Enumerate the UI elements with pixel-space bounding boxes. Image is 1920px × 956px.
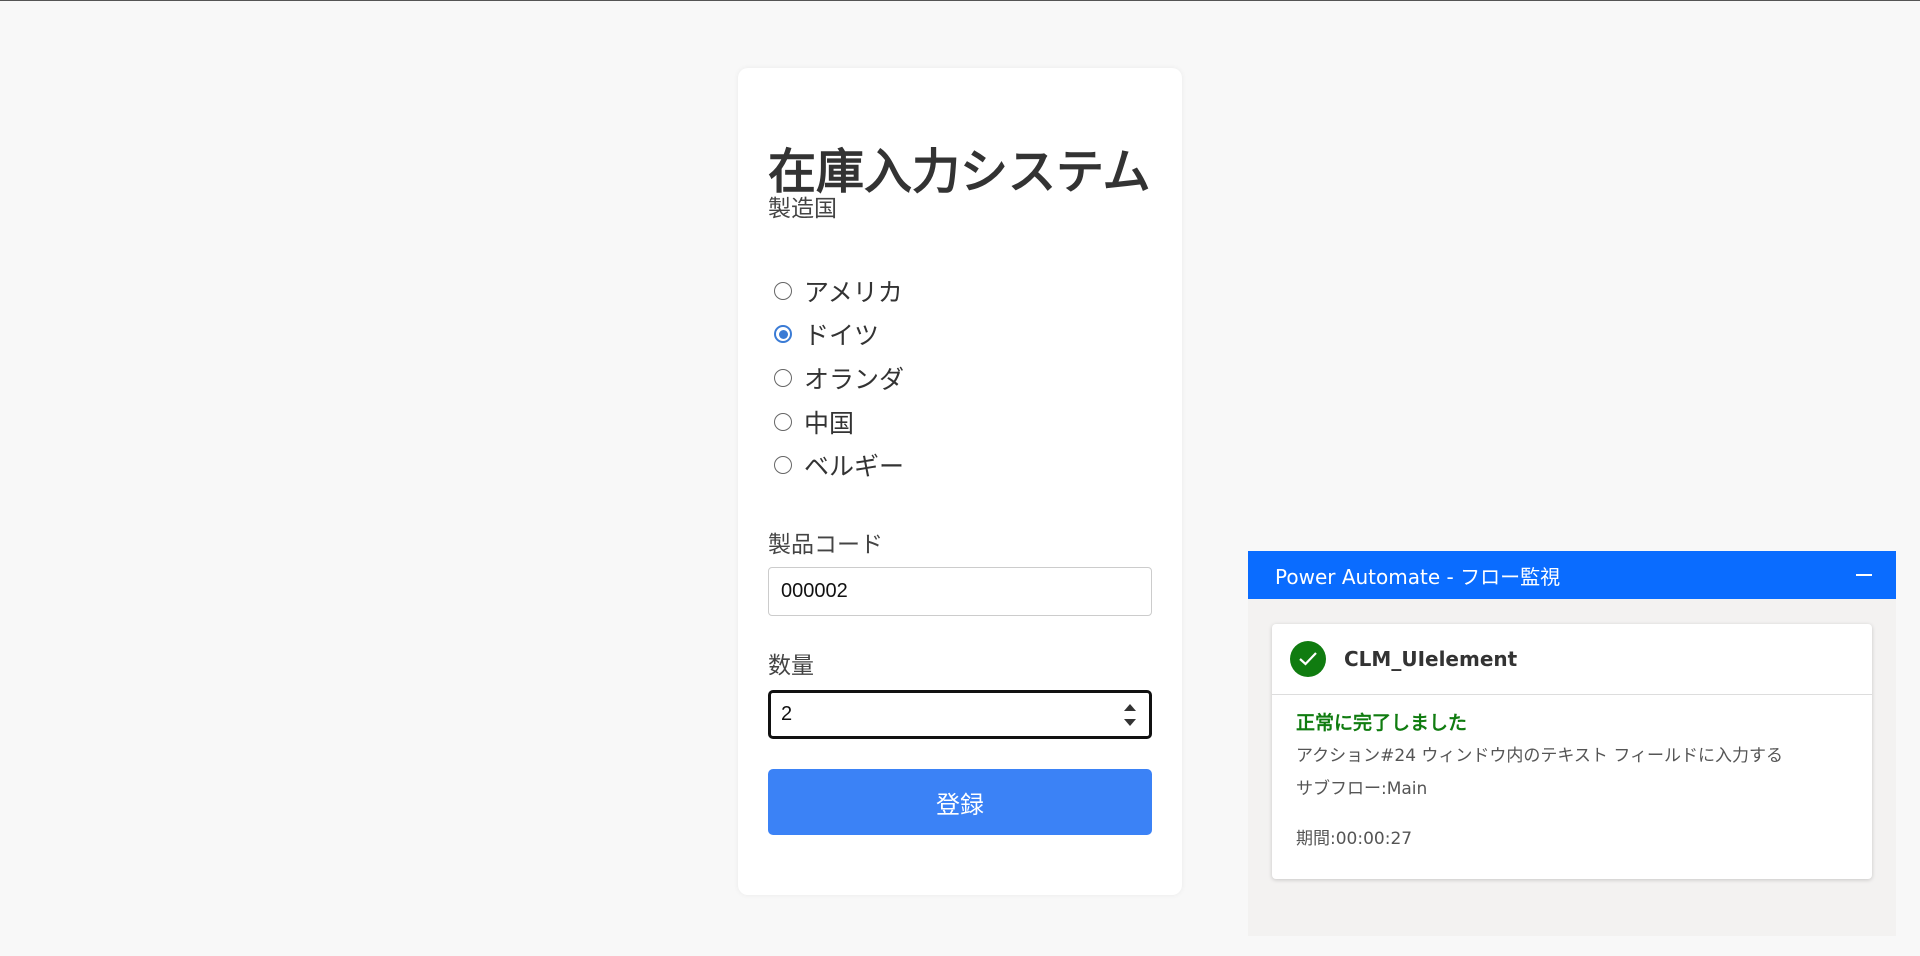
checkmark-icon: [1290, 641, 1326, 677]
subflow-text: サブフロー:Main: [1296, 779, 1428, 799]
product-code-value: 000002: [781, 580, 848, 602]
radio-option-netherlands[interactable]: オランダ: [774, 363, 905, 394]
quantity-stepper[interactable]: 2: [768, 690, 1152, 739]
radio-label: 中国: [804, 409, 855, 438]
radio-label: ベルギー: [804, 452, 905, 481]
flow-status-card: CLM_UIelement 正常に完了しました アクション#24 ウィンドウ内の…: [1272, 624, 1872, 879]
flow-header: CLM_UIelement: [1272, 624, 1872, 695]
power-automate-monitor: Power Automate - フロー監視 CLM_UIelement 正常に…: [1248, 551, 1896, 936]
radio-option-belgium[interactable]: ベルギー: [774, 450, 905, 481]
radio-label: アメリカ: [804, 278, 903, 307]
duration-text: 期間:00:00:27: [1296, 829, 1413, 849]
action-text: アクション#24 ウィンドウ内のテキスト フィールドに入力する: [1296, 746, 1783, 766]
radio-button[interactable]: [774, 282, 792, 300]
spinner-arrows-icon[interactable]: [1123, 704, 1137, 726]
minimize-icon[interactable]: [1856, 574, 1872, 576]
radio-button[interactable]: [774, 369, 792, 387]
status-text: 正常に完了しました: [1296, 712, 1468, 734]
radio-button[interactable]: [774, 325, 792, 343]
country-label: 製造国: [768, 196, 837, 222]
radio-button[interactable]: [774, 413, 792, 431]
radio-label: ドイツ: [804, 321, 880, 350]
product-code-input[interactable]: 000002: [768, 567, 1152, 616]
radio-label: オランダ: [804, 365, 905, 394]
quantity-label: 数量: [768, 653, 814, 679]
radio-option-america[interactable]: アメリカ: [774, 276, 903, 307]
monitor-title: Power Automate - フロー監視: [1275, 564, 1561, 589]
inventory-form-card: 在庫入力システム 製造国 アメリカ ドイツ オランダ 中国 ベルギー 製品コード…: [738, 68, 1182, 895]
radio-option-germany[interactable]: ドイツ: [774, 319, 880, 350]
radio-option-china[interactable]: 中国: [774, 407, 855, 438]
monitor-header: Power Automate - フロー監視: [1248, 551, 1896, 599]
product-code-label: 製品コード: [768, 532, 883, 558]
flow-name: CLM_UIelement: [1344, 647, 1518, 671]
quantity-value: 2: [781, 703, 793, 725]
register-button[interactable]: 登録: [768, 769, 1152, 835]
radio-button[interactable]: [774, 456, 792, 474]
